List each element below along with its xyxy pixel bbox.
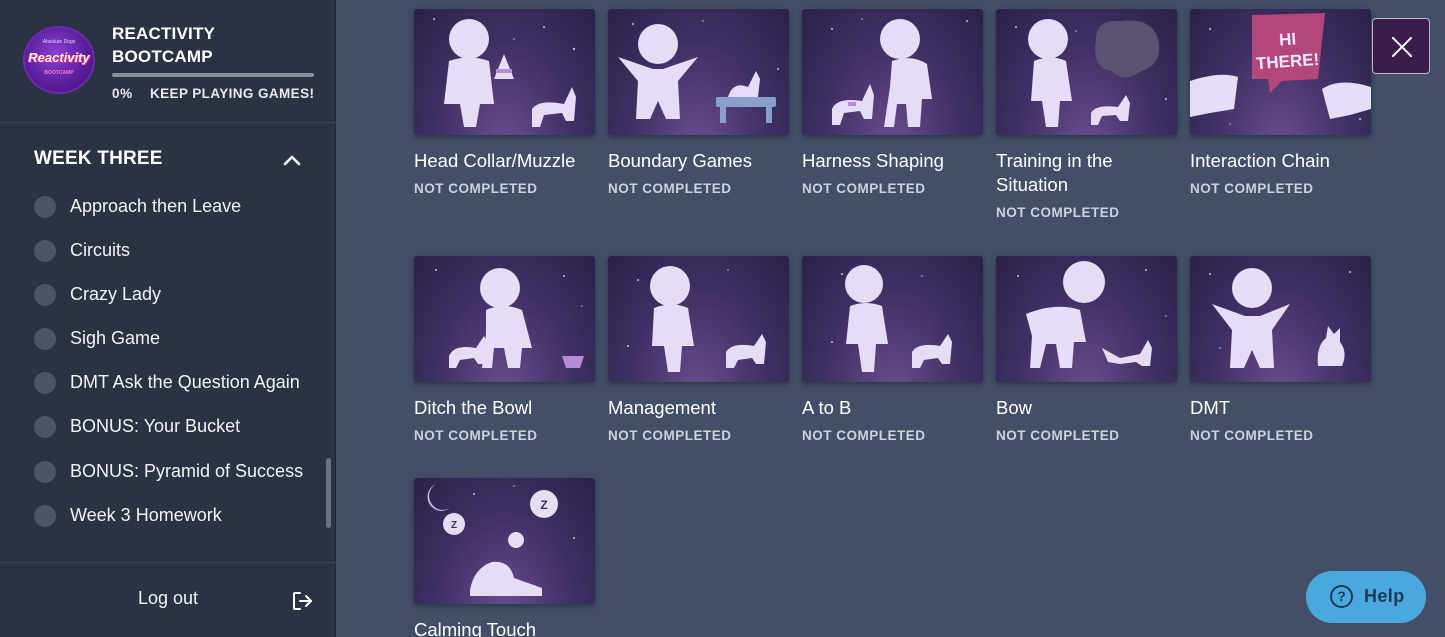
game-thumbnail: Z Z xyxy=(414,478,595,604)
svg-text:Z: Z xyxy=(540,498,547,512)
game-status: NOT COMPLETED xyxy=(1190,428,1314,443)
course-title: REACTIVITY BOOTCAMP xyxy=(112,24,215,66)
help-button[interactable]: ? Help xyxy=(1306,571,1426,623)
game-thumbnail xyxy=(996,9,1177,135)
logo-tagline: BOOTCAMP xyxy=(44,70,74,76)
game-title: A to B xyxy=(802,397,852,418)
game-status: NOT COMPLETED xyxy=(996,205,1120,220)
lesson-label: DMT Ask the Question Again xyxy=(70,372,300,392)
help-label: Help xyxy=(1364,586,1405,606)
calming-touch-illustration: Z Z xyxy=(427,484,575,596)
lesson-status-dot xyxy=(34,416,56,438)
training-situation-illustration xyxy=(1015,19,1167,127)
game-thumbnail xyxy=(414,256,595,382)
lesson-item[interactable]: Circuits xyxy=(0,229,320,269)
help-question-icon: ? xyxy=(1330,585,1353,608)
game-title: Training in the Situation xyxy=(996,150,1113,195)
lesson-status-dot xyxy=(34,240,56,262)
lesson-item[interactable]: Crazy Lady xyxy=(0,273,320,313)
lesson-item[interactable]: Week 3 Homework xyxy=(0,494,320,534)
ditch-the-bowl-illustration xyxy=(435,268,584,368)
close-icon xyxy=(1392,37,1412,57)
game-title: Boundary Games xyxy=(608,150,752,171)
sidebar-scrollbar[interactable] xyxy=(326,458,331,528)
chevron-up-icon xyxy=(283,155,301,166)
game-status: NOT COMPLETED xyxy=(802,181,926,196)
game-status: NOT COMPLETED xyxy=(608,181,732,196)
lesson-item[interactable]: Sigh Game xyxy=(0,317,320,357)
logo-small-text: Absolute Dogs xyxy=(42,39,76,45)
lesson-item[interactable]: DMT Ask the Question Again xyxy=(0,361,320,401)
sidebar: Absolute Dogs Reactivity BOOTCAMP REACTI… xyxy=(0,0,336,637)
logo-wordmark: Reactivity xyxy=(28,50,90,65)
section-title: WEEK THREE xyxy=(34,148,163,169)
game-status: NOT COMPLETED xyxy=(608,428,732,443)
game-thumbnail xyxy=(802,9,983,135)
svg-text:HI: HI xyxy=(1278,29,1296,49)
game-thumbnail xyxy=(608,256,789,382)
lesson-status-dot xyxy=(34,284,56,306)
course-header: Absolute Dogs Reactivity BOOTCAMP REACTI… xyxy=(0,0,336,123)
game-title: Management xyxy=(608,397,716,418)
lesson-item[interactable]: BONUS: Your Bucket xyxy=(0,405,320,445)
game-status: NOT COMPLETED xyxy=(414,181,538,196)
lesson-item[interactable]: BONUS: Pyramid of Success xyxy=(0,450,320,490)
game-title: Head Collar/Muzzle xyxy=(414,150,576,171)
logout-button[interactable]: Log out xyxy=(0,562,336,637)
lesson-item[interactable]: Approach then Leave xyxy=(0,185,320,225)
game-title: Calming Touch xyxy=(414,619,537,637)
logout-icon xyxy=(293,592,312,610)
game-thumbnail: HI THERE! xyxy=(1190,9,1371,135)
a-to-b-illustration xyxy=(831,265,952,372)
game-thumbnail xyxy=(414,9,595,135)
game-status: NOT COMPLETED xyxy=(996,428,1120,443)
dmt-illustration xyxy=(1209,268,1351,368)
game-thumbnail xyxy=(1190,256,1371,382)
harness-shaping-illustration xyxy=(831,18,968,127)
logout-label: Log out xyxy=(138,588,199,608)
game-thumbnail xyxy=(996,256,1177,382)
lesson-status-dot xyxy=(34,196,56,218)
lesson-status-dot xyxy=(34,461,56,483)
boundary-games-illustration xyxy=(618,20,779,123)
lesson-label: Sigh Game xyxy=(70,328,161,348)
bow-illustration xyxy=(1017,261,1167,368)
game-thumbnail xyxy=(802,256,983,382)
progress-percent: 0% xyxy=(112,86,133,101)
lesson-status-dot xyxy=(34,328,56,350)
lesson-label: Circuits xyxy=(70,240,131,260)
week-section-toggle[interactable]: WEEK THREE xyxy=(0,140,336,180)
course-logo: Absolute Dogs Reactivity BOOTCAMP xyxy=(25,28,93,92)
game-status: NOT COMPLETED xyxy=(1190,181,1314,196)
lesson-status-dot xyxy=(34,372,56,394)
interaction-chain-illustration: HI THERE! xyxy=(1190,13,1371,125)
game-title: Interaction Chain xyxy=(1190,150,1330,171)
game-thumbnail xyxy=(608,9,789,135)
management-illustration xyxy=(627,266,766,372)
game-title: DMT xyxy=(1190,397,1231,418)
head-collar-illustration xyxy=(433,18,576,127)
game-status: NOT COMPLETED xyxy=(414,428,538,443)
course-progress-bar xyxy=(112,73,314,77)
progress-message: KEEP PLAYING GAMES! xyxy=(150,86,315,101)
game-title: Ditch the Bowl xyxy=(414,397,533,418)
lesson-label: Crazy Lady xyxy=(70,284,162,304)
lesson-status-dot xyxy=(34,505,56,527)
lesson-label: Approach then Leave xyxy=(70,196,242,216)
lesson-label: Week 3 Homework xyxy=(70,505,222,525)
close-button[interactable] xyxy=(1372,18,1430,74)
game-title: Bow xyxy=(996,397,1032,418)
game-status: NOT COMPLETED xyxy=(802,428,926,443)
lesson-label: BONUS: Pyramid of Success xyxy=(70,461,304,481)
game-title: Harness Shaping xyxy=(802,150,944,171)
svg-text:Z: Z xyxy=(451,520,457,531)
lesson-label: BONUS: Your Bucket xyxy=(70,416,241,436)
